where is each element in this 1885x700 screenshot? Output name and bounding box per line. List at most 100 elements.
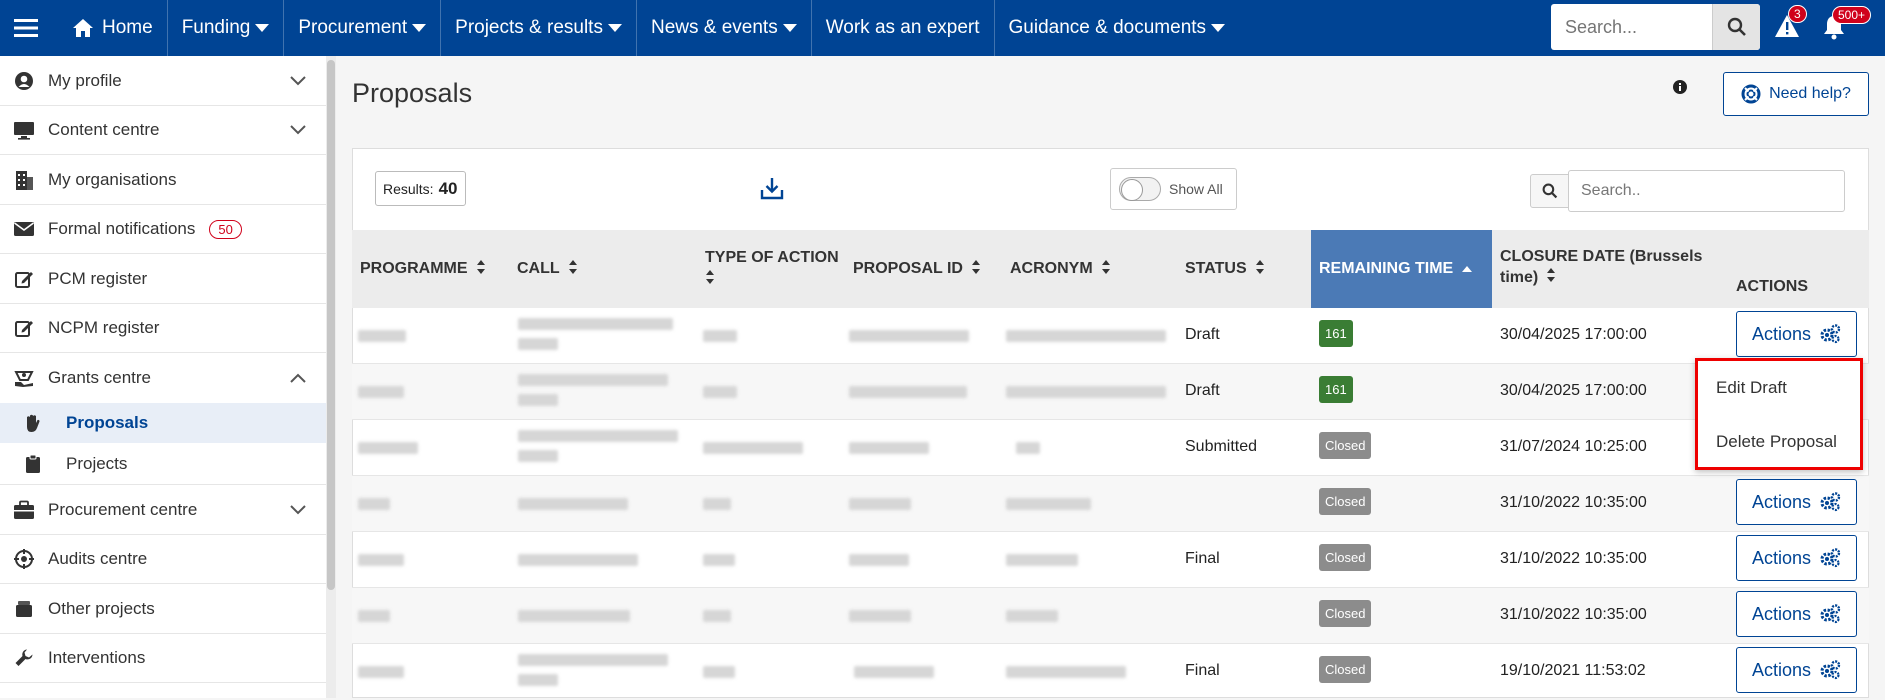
redacted-cell [1016, 442, 1040, 454]
sort-icon [568, 259, 578, 280]
results-label: Results: [383, 180, 434, 197]
column-header-status[interactable]: STATUS [1177, 230, 1311, 308]
redacted-cell [1006, 498, 1091, 510]
download-button[interactable] [760, 176, 784, 205]
redacted-cell [1006, 610, 1058, 622]
sidebar-item-grants-centre[interactable]: Grants centre [0, 353, 326, 403]
monitor-icon [14, 122, 34, 140]
sidebar-item-pcm-register[interactable]: PCM register [0, 254, 326, 304]
notifications-button[interactable]: 500+ [1822, 6, 1872, 45]
sidebar-item-content-centre[interactable]: Content centre [0, 106, 326, 155]
sort-icon [1101, 259, 1111, 280]
column-header-actions: ACTIONS [1728, 230, 1869, 308]
sidebar-item-formal-notifications[interactable]: Formal notifications 50 [0, 205, 326, 254]
table-search-placeholder: Search.. [1581, 182, 1641, 199]
nav-procurement[interactable]: Procurement [284, 0, 442, 56]
table-row[interactable]: Draft 161 30/04/2025 17:00:00 [352, 308, 1869, 364]
actions-button[interactable]: Actions [1736, 311, 1857, 357]
sidebar-item-label: Audits centre [48, 549, 148, 568]
chevron-down-icon[interactable] [290, 75, 306, 86]
remaining-time-badge: 161 [1319, 376, 1353, 403]
column-header-type-of-action[interactable]: TYPE OF ACTION [697, 230, 845, 308]
actions-button[interactable]: Actions [1736, 647, 1857, 693]
table-row[interactable]: Final Closed 19/10/2021 11:53:02 [352, 644, 1869, 700]
nav-news-events[interactable]: News & events [637, 0, 812, 56]
actions-button[interactable]: Actions [1736, 591, 1857, 637]
table-row[interactable]: Submitted Closed 31/07/2024 10:25:00 [352, 420, 1869, 476]
column-header-label: REMAINING TIME [1319, 260, 1454, 277]
redacted-cell [849, 498, 911, 510]
actions-label: Actions [1751, 491, 1812, 512]
edit-draft-menu-item[interactable]: Edit Draft [1716, 378, 1787, 398]
show-all-toggle[interactable]: Show All [1110, 168, 1237, 210]
chevron-down-icon[interactable] [290, 504, 306, 515]
actions-button[interactable]: Actions [1736, 479, 1857, 525]
column-header-programme[interactable]: PROGRAMME [352, 230, 509, 308]
remaining-time-badge: Closed [1319, 600, 1372, 627]
menu-icon[interactable] [0, 0, 52, 56]
actions-label: Actions [1751, 603, 1812, 624]
redacted-cell [518, 654, 668, 666]
hand-holding-icon [14, 371, 34, 387]
nav-procurement-label: Procurement [298, 17, 408, 38]
sidebar-item-proposals[interactable]: Proposals [0, 403, 326, 443]
sidebar-item-my-organisations[interactable]: My organisations [0, 155, 326, 205]
nav-home[interactable]: Home [52, 0, 168, 56]
table-row[interactable]: Final Closed 31/10/2022 10:35:00 [352, 532, 1869, 588]
search-button[interactable] [1712, 4, 1760, 50]
actions-label: Actions [1751, 323, 1812, 344]
sidebar-scrollbar-thumb[interactable] [327, 60, 335, 590]
sidebar-item-procurement-centre[interactable]: Procurement centre [0, 485, 326, 535]
results-value: 40 [438, 178, 458, 198]
caret-down-icon [1211, 24, 1226, 32]
redacted-cell [849, 330, 969, 342]
column-header-label: ACRONYM [1010, 260, 1093, 277]
sidebar-item-ncpm-register[interactable]: NCPM register [0, 304, 326, 353]
table-row[interactable]: Closed 31/10/2022 10:35:00 [352, 588, 1869, 644]
sidebar-item-label: PCM register [48, 268, 148, 288]
global-search [1551, 4, 1760, 50]
edit-icon [15, 271, 33, 288]
actions-button[interactable]: Actions [1736, 535, 1857, 581]
nav-guidance-documents[interactable]: Guidance & documents [995, 0, 1240, 56]
delete-proposal-menu-item[interactable]: Delete Proposal [1716, 432, 1837, 452]
global-search-input[interactable] [1551, 4, 1712, 50]
sidebar-item-label: My organisations [48, 169, 177, 189]
download-icon [760, 178, 784, 200]
redacted-cell [358, 386, 404, 398]
sidebar-item-other-projects[interactable]: Other projects [0, 584, 326, 634]
sort-icon [1546, 267, 1556, 289]
nav-funding[interactable]: Funding [168, 0, 285, 56]
table-search-button[interactable] [1530, 174, 1570, 208]
column-header-label: CALL [517, 260, 560, 277]
column-header-closure-date[interactable]: CLOSURE DATE (Brussels time) [1492, 230, 1728, 308]
sidebar-item-projects[interactable]: Projects [0, 443, 326, 485]
actions-dropdown-menu: Edit Draft Delete Proposal [1695, 358, 1863, 470]
table-row[interactable]: Draft 161 30/04/2025 17:00:00 [352, 364, 1869, 420]
sort-icon [705, 269, 715, 290]
column-header-call[interactable]: CALL [509, 230, 697, 308]
remaining-time-badge: 161 [1319, 320, 1353, 347]
nav-projects-results[interactable]: Projects & results [441, 0, 637, 56]
need-help-button[interactable]: Need help? [1723, 72, 1869, 116]
info-icon[interactable] [1673, 80, 1687, 99]
redacted-cell [703, 386, 737, 398]
redacted-cell [518, 318, 673, 330]
nav-work-as-expert[interactable]: Work as an expert [812, 0, 995, 56]
redacted-cell [703, 610, 731, 622]
column-header-remaining-time[interactable]: REMAINING TIME [1311, 230, 1492, 308]
sort-icon [971, 259, 981, 280]
column-header-acronym[interactable]: ACRONYM [1002, 230, 1177, 308]
toggle-switch[interactable] [1119, 177, 1161, 201]
sidebar-item-my-profile[interactable]: My profile [0, 56, 326, 106]
status-cell: Final [1185, 662, 1220, 679]
column-header-proposal-id[interactable]: PROPOSAL ID [845, 230, 1002, 308]
sidebar-item-audits-centre[interactable]: Audits centre [0, 535, 326, 584]
table-search-input[interactable]: Search.. [1568, 170, 1845, 212]
table-row[interactable]: Closed 31/10/2022 10:35:00 [352, 476, 1869, 532]
redacted-cell [1006, 666, 1126, 678]
sidebar-item-interventions[interactable]: Interventions [0, 634, 326, 683]
alert-button[interactable]: 3 [1774, 5, 1807, 43]
chevron-up-icon[interactable] [290, 373, 306, 383]
chevron-down-icon[interactable] [290, 125, 306, 135]
